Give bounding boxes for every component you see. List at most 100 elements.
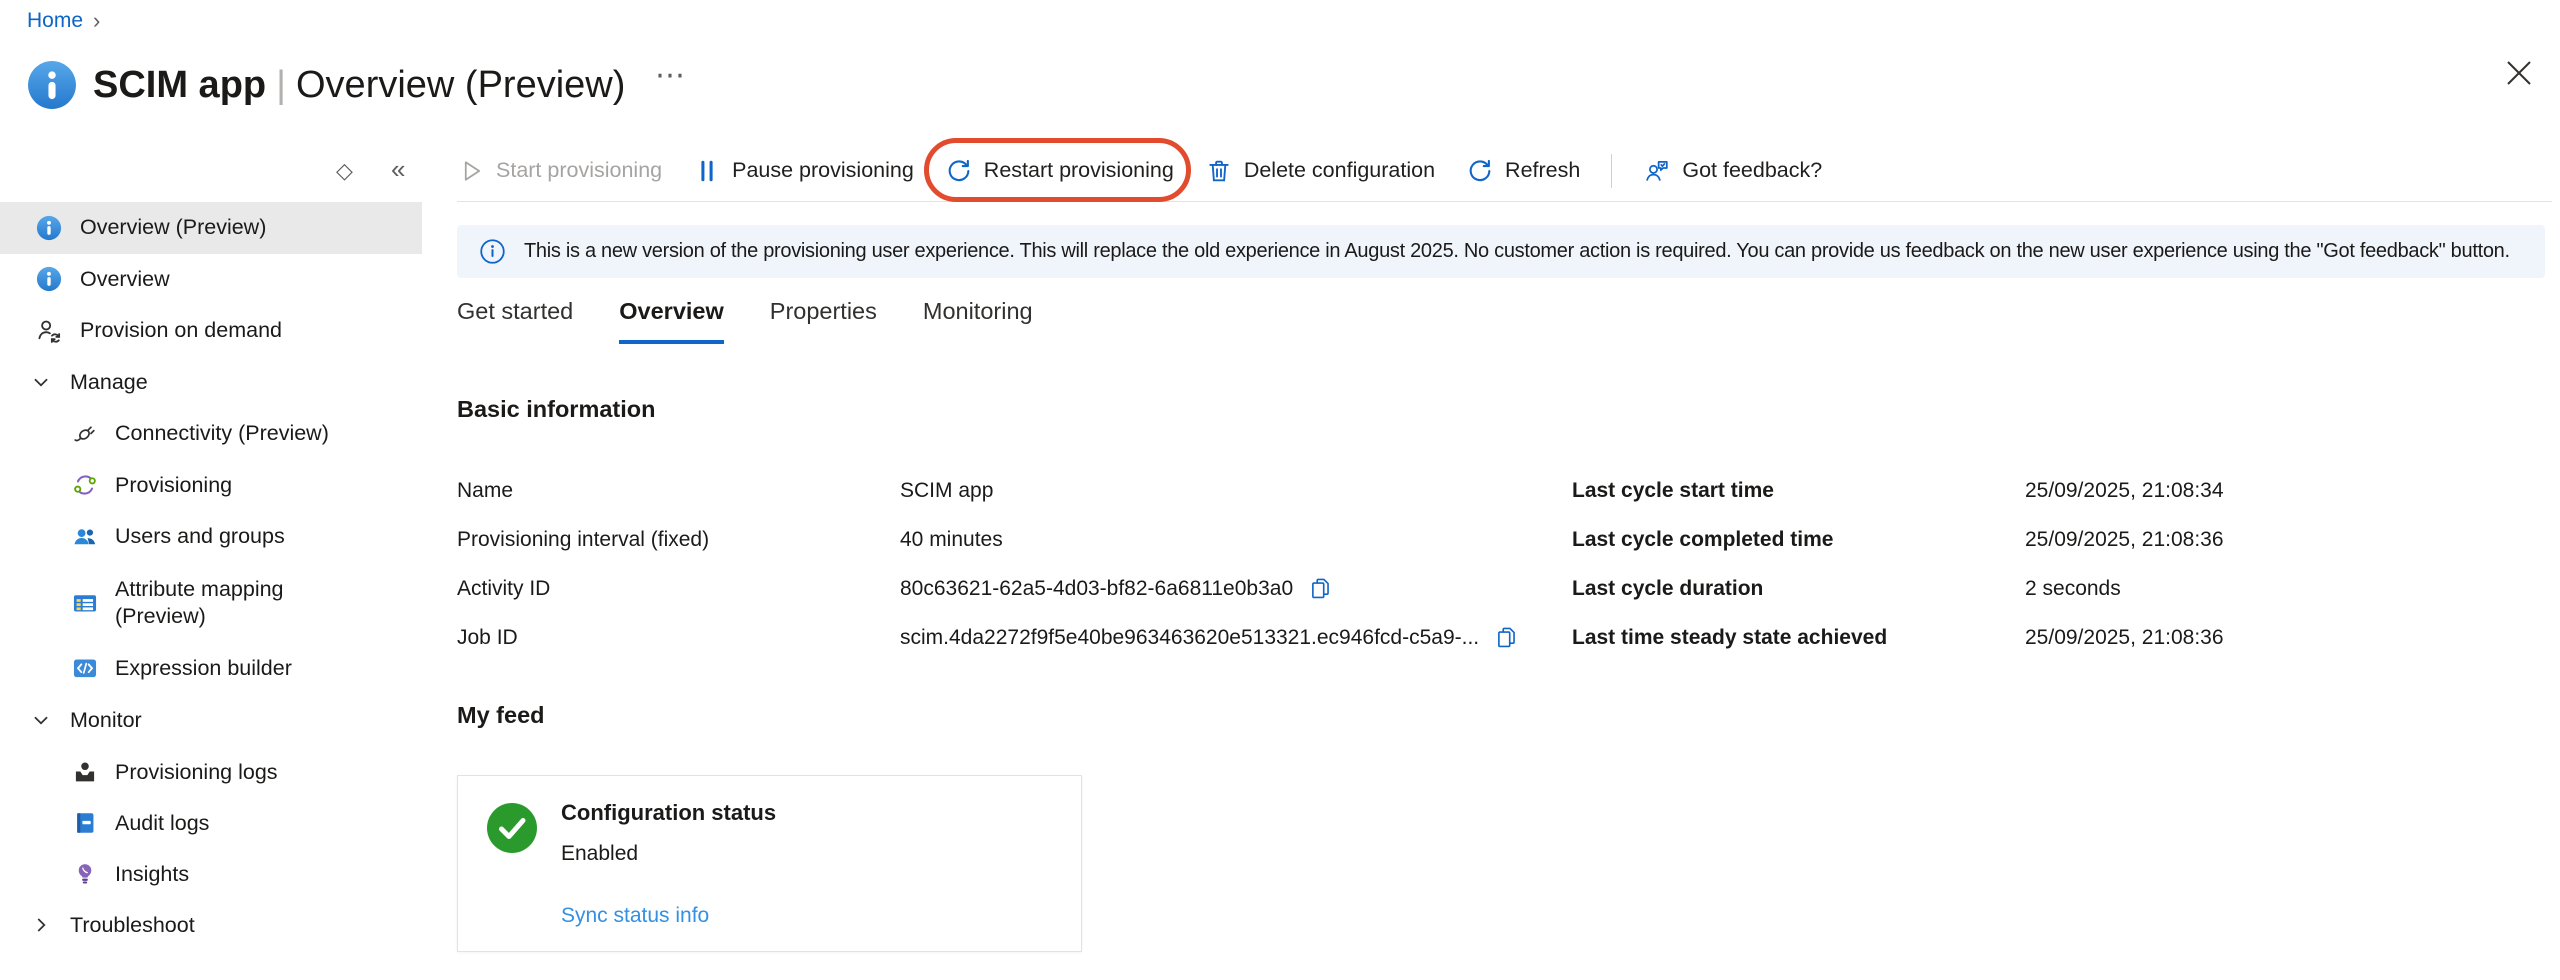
info-row-last-cycle-start: Last cycle start time 25/09/2025, 21:08:… [1572, 466, 2432, 515]
button-label: Got feedback? [1682, 158, 1822, 183]
tab-properties[interactable]: Properties [770, 298, 877, 344]
info-row-name: Name SCIM app [457, 466, 1567, 515]
info-value: 2 seconds [2025, 577, 2121, 601]
start-provisioning-button[interactable]: Start provisioning [457, 157, 662, 185]
sidebar-group-label: Monitor [70, 708, 142, 733]
info-value: 25/09/2025, 21:08:34 [2025, 479, 2224, 503]
info-row-last-cycle-completed: Last cycle completed time 25/09/2025, 21… [1572, 515, 2432, 564]
info-value: 25/09/2025, 21:08:36 [2025, 626, 2224, 650]
button-label: Pause provisioning [732, 158, 914, 183]
tab-overview[interactable]: Overview [619, 298, 724, 344]
info-banner: This is a new version of the provisionin… [457, 225, 2545, 278]
pause-icon [693, 157, 721, 185]
expression-builder-icon [72, 655, 98, 681]
feedback-icon [1643, 157, 1671, 185]
users-groups-icon [72, 524, 98, 550]
info-icon [36, 266, 62, 292]
sidebar-item-label: Expression builder [115, 656, 292, 681]
sidebar-item-label: Users and groups [115, 524, 285, 549]
info-label: Last cycle completed time [1572, 528, 2025, 552]
sidebar-item-label: Provision on demand [80, 318, 282, 343]
sidebar-item-label: Connectivity (Preview) [115, 421, 329, 446]
page-title-text: Overview (Preview) [296, 64, 625, 106]
info-label: Last cycle duration [1572, 577, 2025, 601]
info-value: 25/09/2025, 21:08:36 [2025, 528, 2224, 552]
audit-logs-icon [72, 810, 98, 836]
chevron-right-icon [28, 912, 54, 938]
pause-provisioning-button[interactable]: Pause provisioning [693, 157, 914, 185]
chevron-down-icon [28, 707, 54, 733]
configuration-status-card: Configuration status Enabled Sync status… [457, 775, 1082, 952]
basic-info-left-column: Name SCIM app Provisioning interval (fix… [457, 466, 1567, 662]
sidebar-group-monitor[interactable]: Monitor [0, 694, 437, 747]
tab-monitoring[interactable]: Monitoring [923, 298, 1033, 344]
info-label: Last time steady state achieved [1572, 626, 2025, 650]
sidebar-item-label: Attribute mapping (Preview) [115, 576, 330, 630]
app-name: SCIM app [93, 64, 266, 106]
breadcrumb-home-link[interactable]: Home [27, 9, 83, 33]
my-feed-heading: My feed [457, 702, 545, 729]
sidebar-item-provisioning-logs[interactable]: Provisioning logs [0, 747, 437, 798]
toolbar-divider [1611, 154, 1612, 188]
info-value: 40 minutes [900, 528, 1003, 552]
status-value: Enabled [561, 842, 638, 866]
dock-icon[interactable]: ◇ [336, 158, 353, 184]
info-outline-icon [479, 238, 506, 265]
got-feedback-button[interactable]: Got feedback? [1643, 157, 1822, 185]
more-options-icon[interactable]: ⋯ [655, 58, 687, 93]
info-label: Provisioning interval (fixed) [457, 528, 900, 552]
info-row-provisioning-interval: Provisioning interval (fixed) 40 minutes [457, 515, 1567, 564]
info-value: SCIM app [900, 479, 993, 503]
info-value: 80c63621-62a5-4d03-bf82-6a6811e0b3a0 [900, 577, 1293, 601]
sidebar-nav: Overview (Preview) Overview Provision on… [0, 202, 437, 951]
insights-icon [72, 861, 98, 887]
sidebar-item-provision-on-demand[interactable]: Provision on demand [0, 305, 437, 357]
sidebar-item-label: Overview [80, 267, 170, 292]
sidebar-item-attribute-mapping[interactable]: Attribute mapping (Preview) [0, 563, 437, 643]
sidebar-item-label: Audit logs [115, 811, 209, 836]
restart-provisioning-button[interactable]: Restart provisioning [945, 157, 1174, 185]
sidebar-group-troubleshoot[interactable]: Troubleshoot [0, 900, 437, 951]
refresh-button[interactable]: Refresh [1466, 157, 1580, 185]
info-label: Last cycle start time [1572, 479, 2025, 503]
success-check-icon [486, 802, 538, 854]
pivot-tabs: Get started Overview Properties Monitori… [457, 298, 1033, 344]
sidebar-item-provisioning[interactable]: Provisioning [0, 460, 437, 512]
breadcrumb-chevron-icon: › [93, 8, 100, 34]
provisioning-logs-icon [72, 759, 98, 785]
sidebar-item-overview-preview[interactable]: Overview (Preview) [0, 202, 422, 254]
sidebar-group-label: Manage [70, 370, 148, 395]
info-label: Job ID [457, 626, 900, 650]
sidebar-item-audit-logs[interactable]: Audit logs [0, 798, 437, 849]
card-title: Configuration status [561, 800, 776, 826]
delete-configuration-button[interactable]: Delete configuration [1205, 157, 1435, 185]
sidebar-item-expression-builder[interactable]: Expression builder [0, 643, 437, 694]
app-info-icon [27, 60, 77, 110]
sidebar-group-label: Troubleshoot [70, 913, 195, 938]
close-icon[interactable] [2498, 52, 2540, 94]
sidebar-item-users-and-groups[interactable]: Users and groups [0, 511, 437, 563]
copy-icon[interactable] [1494, 625, 1520, 651]
chevron-down-icon [28, 369, 54, 395]
button-label: Start provisioning [496, 158, 662, 183]
basic-information-heading: Basic information [457, 396, 655, 423]
button-label: Refresh [1505, 158, 1580, 183]
provisioning-sync-icon [72, 472, 98, 498]
collapse-sidebar-icon[interactable]: « [391, 154, 405, 185]
title-separator: | [266, 64, 296, 106]
copy-icon[interactable] [1308, 576, 1334, 602]
provision-on-demand-icon [36, 318, 62, 344]
sidebar-item-insights[interactable]: Insights [0, 849, 437, 900]
breadcrumb: Home › [27, 8, 100, 34]
sidebar-item-connectivity[interactable]: Connectivity (Preview) [0, 408, 437, 460]
banner-message: This is a new version of the provisionin… [524, 240, 2510, 263]
sidebar-group-manage[interactable]: Manage [0, 357, 437, 409]
tab-get-started[interactable]: Get started [457, 298, 573, 344]
sidebar-item-overview[interactable]: Overview [0, 254, 437, 306]
basic-info-right-column: Last cycle start time 25/09/2025, 21:08:… [1572, 466, 2432, 662]
info-icon [36, 215, 62, 241]
info-row-last-cycle-duration: Last cycle duration 2 seconds [1572, 564, 2432, 613]
sync-status-info-link[interactable]: Sync status info [561, 904, 709, 928]
button-label: Restart provisioning [984, 158, 1174, 183]
info-row-job-id: Job ID scim.4da2272f9f5e40be963463620e51… [457, 613, 1567, 662]
